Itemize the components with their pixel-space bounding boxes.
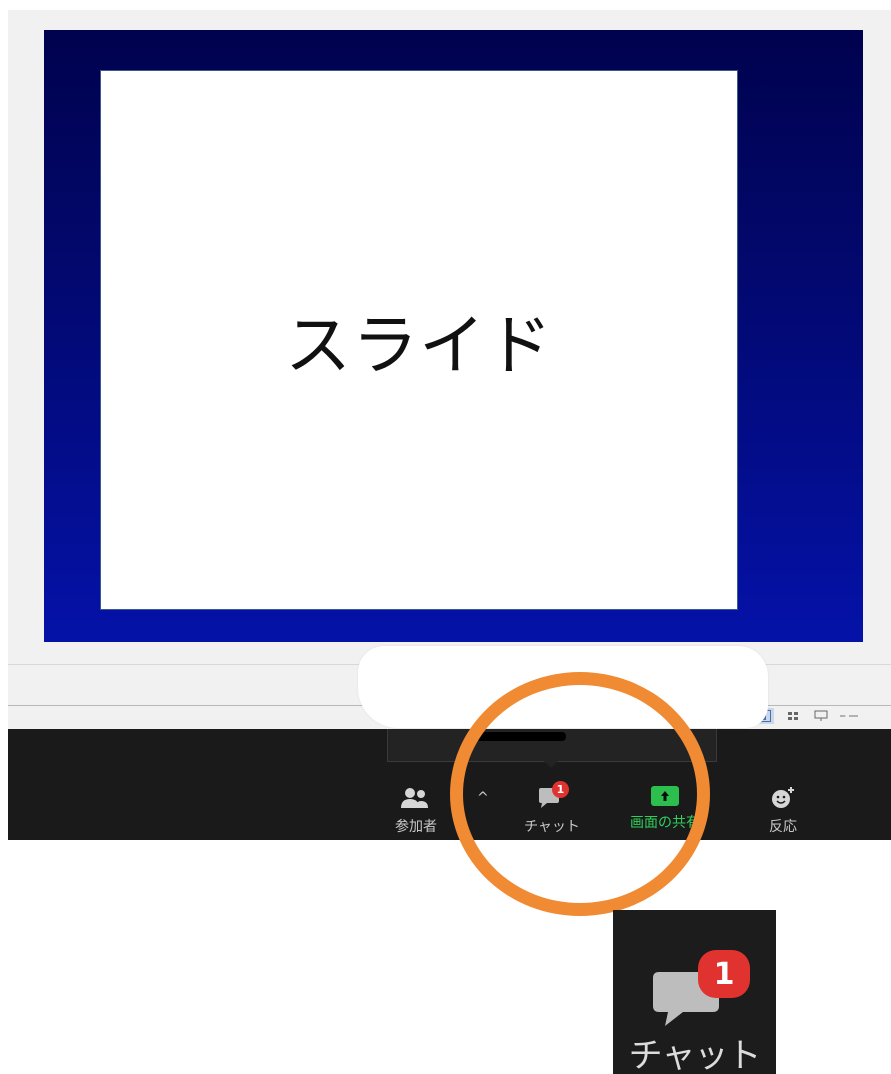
participants-button[interactable]: 参加者 [376,786,456,836]
grid-view-icon[interactable] [784,708,802,724]
shared-slide: スライド [100,70,738,610]
chat-bubble-icon [653,950,750,1026]
unread-badge: 1 [713,956,735,992]
view-mode-buttons [756,708,858,724]
chat-label: チャット [628,1036,762,1074]
chat-zoom-inset: 1 チャット [613,910,776,1074]
reactions-button[interactable]: 反応 [743,786,823,836]
screenshot: スライド 参加者 ^ 1 チャット 画面の共有 反応 1 チャット [0,0,891,1074]
participants-label: 参加者 [395,819,437,835]
highlight-circle [450,672,710,916]
slideshow-view-icon[interactable] [812,708,830,724]
participants-icon [401,788,428,808]
smiley-plus-icon [772,787,794,808]
reactions-label: 反応 [769,819,797,835]
zoom-slider[interactable] [840,708,858,724]
slide-title: スライド [285,307,553,384]
